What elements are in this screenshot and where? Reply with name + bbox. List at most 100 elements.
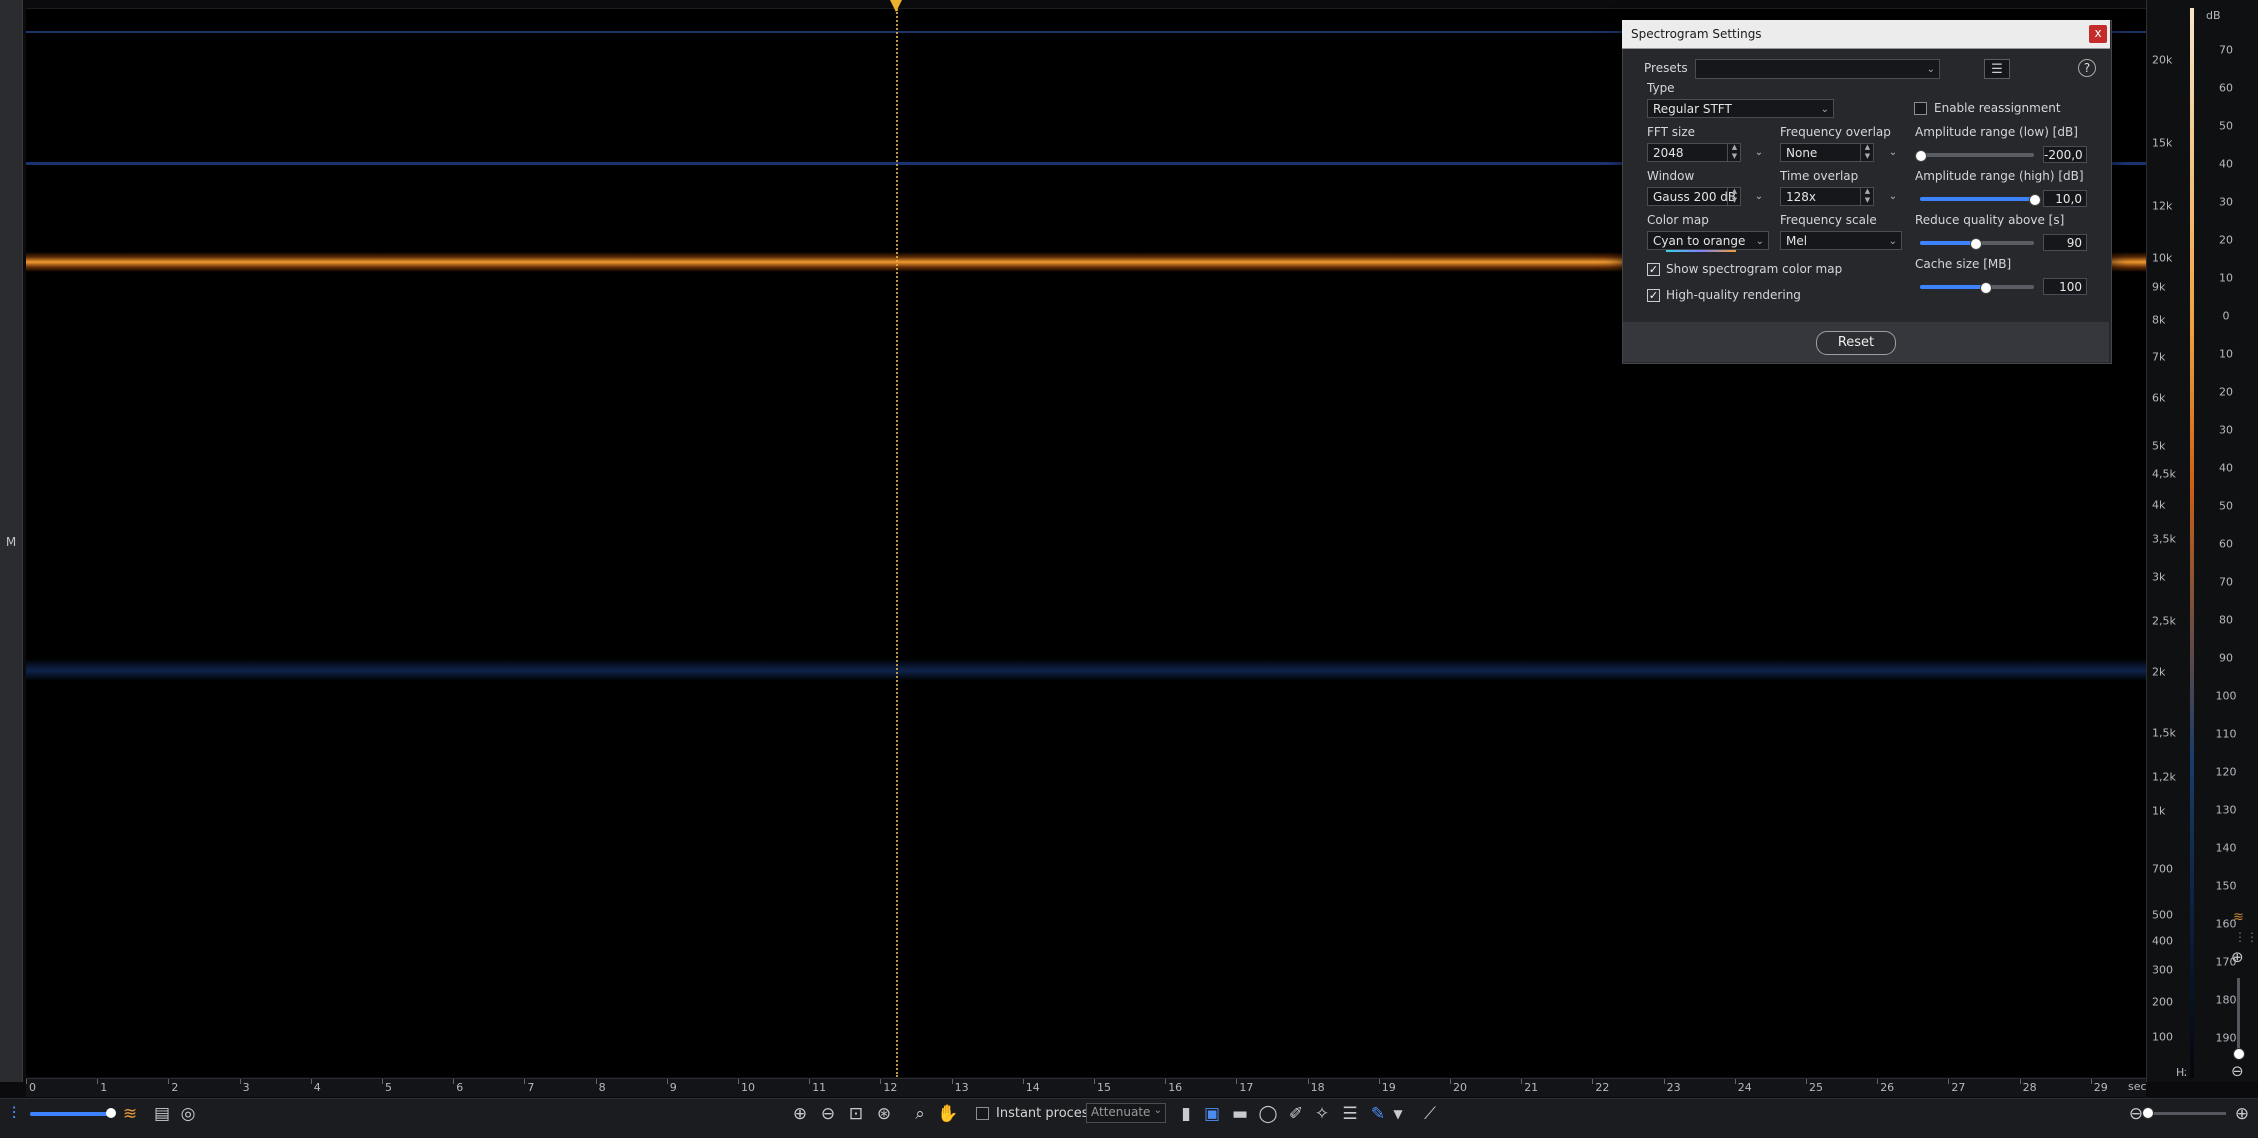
zoom-out-icon[interactable]: ⊖ (816, 1102, 840, 1126)
fft-size-stepper[interactable]: ▲ ▼ (1727, 143, 1741, 162)
time-overlap-chevron-icon[interactable]: ⌄ (1886, 187, 1900, 206)
time-tick (168, 1079, 170, 1084)
spectrum-mini-icon[interactable]: ⋮⋮ (2234, 930, 2258, 944)
zoom-in-vertical-icon[interactable]: ⊕ (2231, 948, 2244, 966)
channel-label: M (5, 535, 17, 549)
db-tick-label: 100 (2215, 689, 2237, 703)
speech-icon[interactable]: ◎ (176, 1102, 200, 1126)
frequency-tick-label: 1k (2152, 804, 2166, 818)
harmonic-select-icon[interactable]: ☰ (1338, 1102, 1362, 1126)
zoom-selection-icon[interactable]: ⊡ (844, 1102, 868, 1126)
tool-options-chevron-icon[interactable]: ▼ (1386, 1102, 1410, 1126)
window-stepper[interactable]: ▲ ▼ (1727, 187, 1741, 206)
time-tick (524, 1079, 526, 1084)
time-tick-label: 8 (598, 1081, 606, 1094)
instant-process-label: Instant process (996, 1106, 1096, 1121)
time-tick (1663, 1079, 1665, 1084)
zoom-in-horizontal-icon[interactable]: ⊕ (2230, 1102, 2254, 1126)
color-map-label: Color map (1647, 213, 1709, 227)
attenuate-value: Attenuate (1091, 1105, 1151, 1119)
zoom-fit-icon[interactable]: ⊛ (872, 1102, 896, 1126)
window-chevron-icon[interactable]: ⌄ (1752, 187, 1766, 206)
amp-high-thumb[interactable] (2029, 194, 2041, 206)
color-map-dropdown[interactable]: Cyan to orange ⌄ (1647, 231, 1769, 250)
attenuate-dropdown[interactable]: Attenuate ⌄ (1086, 1103, 1166, 1123)
frequency-tick-label: 300 (2152, 963, 2173, 977)
zoom-in-icon[interactable]: ⊕ (788, 1102, 812, 1126)
close-button[interactable]: x (2089, 25, 2107, 43)
time-selection-icon[interactable]: ▮ (1174, 1102, 1198, 1126)
enable-reassignment-checkbox[interactable] (1914, 102, 1927, 115)
help-icon[interactable]: ? (2078, 59, 2096, 77)
hand-tool-icon[interactable]: ✋ (936, 1102, 960, 1126)
amp-low-thumb[interactable] (1915, 150, 1927, 162)
spectral-line (26, 659, 2146, 681)
frequency-tick-label: 700 (2152, 862, 2173, 876)
cache-size-thumb[interactable] (1979, 282, 1992, 294)
time-overlap-value: 128x (1786, 190, 1817, 204)
time-freq-selection-icon[interactable]: ▣ (1200, 1102, 1224, 1126)
amp-high-value[interactable]: 10,0 (2043, 190, 2087, 207)
db-tick-label: 120 (2215, 765, 2237, 779)
waveform-view-icon[interactable]: ⫶ (2, 1102, 26, 1126)
brush-icon[interactable]: ✐ (1284, 1102, 1308, 1126)
high-quality-checkbox[interactable]: ✓ (1647, 289, 1660, 302)
envelope-icon[interactable]: ⟋ (1418, 1102, 1442, 1126)
reduce-quality-thumb[interactable] (1969, 238, 1982, 250)
type-dropdown[interactable]: Regular STFT ⌄ (1647, 99, 1834, 118)
time-tick (1592, 1079, 1594, 1084)
frequency-tick-label: 1,2k (2152, 770, 2176, 784)
vertical-zoom-thumb[interactable] (2233, 1048, 2245, 1060)
time-tick (2019, 1079, 2021, 1084)
magnify-icon[interactable]: ⌕ (908, 1102, 932, 1126)
reduce-quality-fill (1920, 241, 1975, 245)
zoom-out-vertical-icon[interactable]: ⊖ (2231, 1062, 2244, 1080)
playhead-cursor[interactable] (896, 9, 898, 1077)
horizontal-zoom-slider[interactable] (2146, 1112, 2226, 1115)
magic-wand-icon[interactable]: ✧ (1310, 1102, 1334, 1126)
window-value: Gauss 200 dB (1653, 190, 1737, 204)
spectrogram-view-icon[interactable]: ≋ (118, 1102, 142, 1126)
frequency-tick-label: 1,5k (2152, 726, 2176, 740)
amp-high-fill (1920, 197, 2034, 201)
horizontal-zoom-thumb[interactable] (2142, 1107, 2154, 1119)
time-overlap-stepper[interactable]: ▲ ▼ (1860, 187, 1874, 206)
presets-menu-icon[interactable]: ☰ (1984, 59, 2010, 79)
fft-size-chevron-icon[interactable]: ⌄ (1752, 143, 1766, 162)
db-tick-label: 10 (2219, 347, 2233, 361)
enable-reassignment-label: Enable reassignment (1934, 101, 2061, 115)
playhead-marker-icon[interactable] (890, 0, 902, 12)
db-unit: dB (2206, 9, 2221, 22)
waveform-mini-icon[interactable]: ≋ (2233, 910, 2244, 925)
time-tick-label: 2 (171, 1081, 179, 1094)
reset-button[interactable]: Reset (1816, 331, 1896, 355)
frequency-overlap-chevron-icon[interactable]: ⌄ (1886, 143, 1900, 162)
fft-size-label: FFT size (1647, 125, 1696, 139)
opacity-slider-thumb[interactable] (106, 1108, 116, 1118)
amp-low-value[interactable]: -200,0 (2043, 146, 2087, 163)
time-tick-label: 14 (1025, 1081, 1040, 1094)
time-tick (1521, 1079, 1523, 1084)
reduce-quality-value[interactable]: 90 (2043, 234, 2087, 251)
time-tick (1307, 1079, 1309, 1084)
presets-dropdown[interactable]: ⌄ (1695, 59, 1940, 79)
lasso-icon[interactable]: ◯ (1256, 1102, 1280, 1126)
instant-process-checkbox[interactable] (976, 1107, 989, 1120)
db-tick-label: 80 (2219, 613, 2233, 627)
amp-low-slider[interactable] (1920, 153, 2034, 157)
db-tick-label: 10 (2219, 271, 2233, 285)
high-quality-label: High-quality rendering (1666, 288, 1801, 302)
frequency-scale-dropdown[interactable]: Mel ⌄ (1780, 231, 1902, 250)
frequency-tick-label: 3k (2152, 570, 2166, 584)
vertical-zoom-slider[interactable] (2237, 978, 2240, 1050)
freq-selection-icon[interactable]: ▬ (1228, 1102, 1252, 1126)
time-tick (97, 1079, 99, 1084)
time-tick (951, 1079, 953, 1084)
show-colormap-checkbox[interactable]: ✓ (1647, 263, 1660, 276)
cache-size-value[interactable]: 100 (2043, 278, 2087, 295)
color-map-preview (1666, 250, 1736, 252)
frequency-tick-label: 12k (2152, 199, 2173, 213)
time-tick-label: 20 (1453, 1081, 1467, 1094)
file-info-icon[interactable]: ▤ (150, 1102, 174, 1126)
frequency-overlap-stepper[interactable]: ▲ ▼ (1860, 143, 1874, 162)
